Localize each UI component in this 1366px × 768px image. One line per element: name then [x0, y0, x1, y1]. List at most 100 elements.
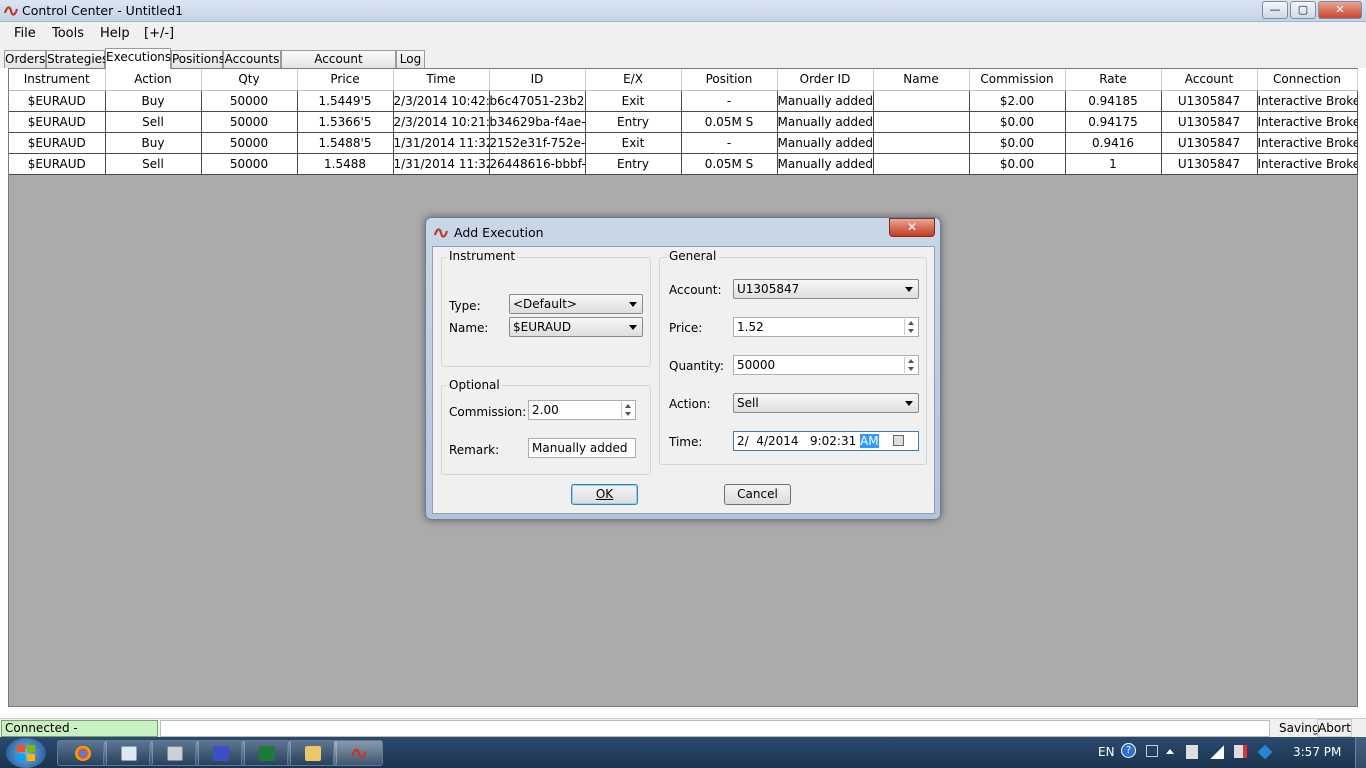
taskbar-calculator[interactable] — [149, 740, 199, 766]
name-label: Name: — [449, 321, 489, 335]
table-cell: U1305847 — [1161, 153, 1258, 175]
table-cell: 50000 — [201, 111, 298, 133]
table-cell: - — [681, 132, 778, 154]
table-row[interactable]: $EURAUD Buy 50000 1.5449'5 2/3/2014 10:42:0 b… — [9, 90, 1358, 112]
price-field[interactable]: 1.52 — [733, 317, 919, 337]
menu-expand-collapse[interactable]: [+/-] — [144, 26, 174, 41]
column-header[interactable]: Instrument — [9, 69, 106, 91]
table-cell: 1.5366'5 — [297, 111, 394, 133]
table-cell: Interactive Broker — [1257, 90, 1358, 112]
table-cell: Entry — [585, 153, 682, 175]
dialog-title: Add Execution — [454, 225, 544, 240]
table-cell: 1 — [1065, 153, 1162, 175]
maximize-button[interactable]: ▢ — [1290, 1, 1316, 19]
menu-file[interactable]: File — [14, 26, 36, 41]
table-row[interactable]: $EURAUD Buy 50000 1.5488'5 1/31/2014 11:32: 2… — [9, 132, 1358, 154]
network-icon[interactable] — [1210, 745, 1224, 759]
column-header[interactable]: E/X — [585, 69, 682, 91]
action-dropdown[interactable]: Sell — [733, 393, 919, 413]
taskbar-notepad[interactable] — [103, 740, 153, 766]
app-logo-icon — [351, 748, 367, 759]
tray-settings-icon[interactable] — [1146, 745, 1158, 757]
table-cell: 2/3/2014 10:42:0 — [393, 90, 490, 112]
column-header[interactable]: Action — [105, 69, 202, 91]
column-header[interactable]: Order ID — [777, 69, 874, 91]
table-row[interactable]: $EURAUD Sell 50000 1.5366'5 2/3/2014 10:21:0… — [9, 111, 1358, 133]
type-dropdown[interactable]: <Default> — [509, 294, 643, 314]
column-header[interactable]: Commission — [969, 69, 1066, 91]
show-desktop-button[interactable] — [1355, 737, 1366, 768]
quantity-field[interactable]: 50000 — [733, 355, 919, 375]
column-header[interactable]: Connection — [1257, 69, 1358, 91]
commission-field[interactable]: 2.00 — [528, 400, 636, 420]
table-cell: Sell — [105, 111, 202, 133]
grid-header-row: Instrument Action Qty Price Time ID E/X Positio… — [9, 69, 1358, 91]
table-cell: 1/31/2014 11:32: — [393, 132, 490, 154]
minimize-button[interactable]: — — [1262, 1, 1288, 19]
table-cell: U1305847 — [1161, 90, 1258, 112]
table-cell: $0.00 — [969, 111, 1066, 133]
column-header[interactable]: Name — [873, 69, 970, 91]
column-header[interactable]: Account — [1161, 69, 1258, 91]
ok-button[interactable]: OK — [571, 484, 638, 505]
close-button[interactable]: ✕ — [1318, 1, 1362, 19]
column-header[interactable]: Qty — [201, 69, 298, 91]
table-cell: b34629ba-f4ae-4 — [489, 111, 586, 133]
table-cell: 1.5488'5 — [297, 132, 394, 154]
abort-button[interactable]: Abort — [1317, 719, 1352, 737]
column-header[interactable]: Position — [681, 69, 778, 91]
spinner-arrows-icon[interactable] — [904, 319, 917, 335]
dialog-close-button[interactable]: ✕ — [889, 218, 935, 237]
taskbar-app[interactable] — [195, 740, 245, 766]
title-bar: Control Center - Untitled1 — ▢ ✕ — [0, 0, 1366, 22]
dropbox-icon[interactable] — [1257, 744, 1273, 760]
taskbar-control-center[interactable] — [333, 740, 383, 766]
action-label: Action: — [669, 397, 711, 411]
table-cell: Interactive Broker — [1257, 132, 1358, 154]
account-dropdown[interactable]: U1305847 — [733, 279, 919, 299]
show-hidden-icons-icon[interactable] — [1166, 749, 1174, 754]
table-cell: 1.5488 — [297, 153, 394, 175]
remark-field[interactable]: Manually added — [528, 438, 636, 458]
tab-orders[interactable]: Orders — [4, 50, 46, 68]
table-cell: 0.94185 — [1065, 90, 1162, 112]
start-button[interactable] — [6, 738, 46, 768]
table-cell: Manually added — [777, 153, 874, 175]
executions-table: Instrument Action Qty Price Time ID E/X Positio… — [9, 69, 1358, 175]
language-indicator[interactable]: EN — [1098, 745, 1115, 759]
column-header[interactable]: Rate — [1065, 69, 1162, 91]
table-row[interactable]: $EURAUD Sell 50000 1.5488 1/31/2014 11:32: 26… — [9, 153, 1358, 175]
column-header[interactable]: ID — [489, 69, 586, 91]
folder-icon — [305, 746, 321, 761]
taskbar-chrome[interactable] — [57, 740, 107, 766]
add-execution-dialog: Add Execution ✕ Instrument Type: <Defaul… — [425, 217, 941, 520]
tab-accounts[interactable]: Accounts — [223, 50, 281, 68]
table-cell: Exit — [585, 132, 682, 154]
menu-tools[interactable]: Tools — [52, 26, 84, 41]
volume-muted-icon[interactable] — [1234, 745, 1247, 758]
app-logo-icon — [434, 228, 448, 238]
tab-positions[interactable]: Positions — [171, 50, 225, 68]
time-picker[interactable]: 2/ 4/2014 9:02:31 AM — [733, 431, 919, 451]
calendar-icon[interactable] — [893, 435, 904, 446]
table-cell: $0.00 — [969, 132, 1066, 154]
spinner-arrows-icon[interactable] — [621, 402, 634, 418]
tab-strategies[interactable]: Strategies — [46, 50, 108, 68]
column-header[interactable]: Time — [393, 69, 490, 91]
taskbar-explorer[interactable] — [287, 740, 337, 766]
os-taskbar: EN ? 3:57 PM — [0, 737, 1366, 768]
tab-log[interactable]: Log — [396, 50, 425, 68]
menu-help[interactable]: Help — [100, 26, 130, 41]
taskbar-excel[interactable] — [241, 740, 291, 766]
cancel-button[interactable]: Cancel — [724, 484, 791, 505]
status-bar: Connected - InteractiveBrokers Saving Ab… — [0, 718, 1366, 750]
table-cell: Manually added — [777, 90, 874, 112]
help-icon[interactable]: ? — [1121, 743, 1136, 758]
tab-executions[interactable]: Executions — [105, 48, 171, 69]
tab-account-performance[interactable]: Account Performance — [281, 50, 396, 82]
name-dropdown[interactable]: $EURAUD — [509, 317, 643, 337]
clock[interactable]: 3:57 PM — [1293, 745, 1341, 759]
column-header[interactable]: Price — [297, 69, 394, 91]
device-icon[interactable] — [1186, 745, 1198, 759]
spinner-arrows-icon[interactable] — [904, 357, 917, 373]
